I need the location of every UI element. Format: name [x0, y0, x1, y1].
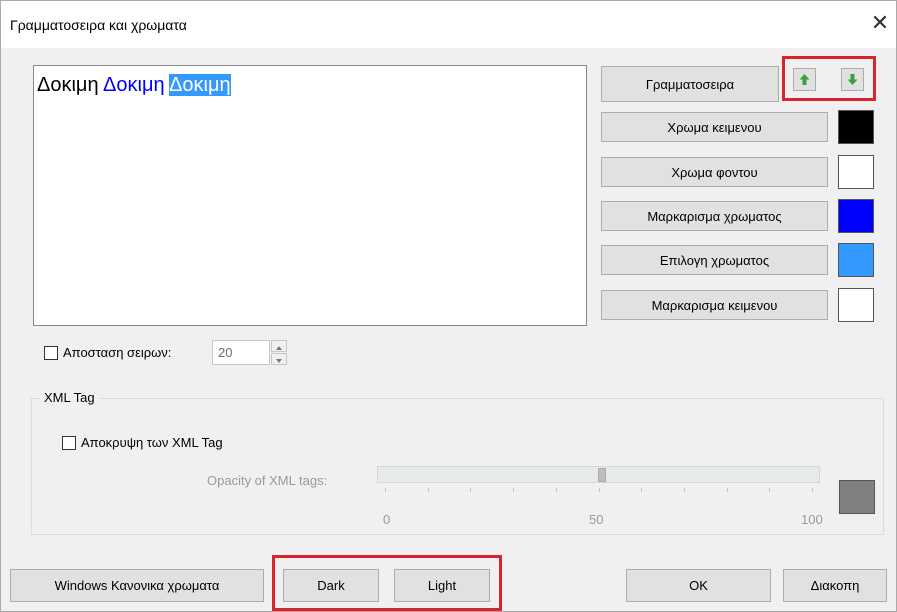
slider-tick: [427, 488, 429, 492]
slider-tick: [683, 488, 685, 492]
xml-tag-group-title: XML Tag: [40, 390, 99, 405]
preview-normal-text: Δοκιμη: [37, 74, 99, 96]
text-color-swatch[interactable]: [838, 110, 874, 144]
selection-color-button[interactable]: Επιλογη χρωματος: [601, 245, 828, 275]
close-button[interactable]: ✕: [866, 10, 894, 38]
line-spacing-value: 20: [218, 345, 233, 360]
slider-tick: [513, 488, 515, 492]
marking-color-button[interactable]: Μαρκαρισμα χρωματος: [601, 201, 828, 231]
slider-tick: [812, 488, 813, 492]
background-color-swatch[interactable]: [838, 155, 874, 189]
spin-up-button[interactable]: [271, 340, 287, 352]
preview-line: Δοκιμη Δοκιμη Δοκιμη: [37, 74, 231, 97]
slider-tick: [598, 488, 600, 492]
slider-tick: [641, 488, 643, 492]
slider-tick: [769, 488, 771, 492]
theme-highlight-box: [272, 555, 502, 611]
slider-min-label: 0: [383, 512, 391, 527]
ok-button[interactable]: OK: [626, 569, 771, 602]
slider-thumb[interactable]: [597, 468, 606, 482]
close-icon: ✕: [870, 10, 890, 35]
slider-max-label: 100: [801, 512, 823, 527]
selection-color-swatch[interactable]: [838, 243, 874, 277]
font-button[interactable]: Γραμματοσειρα: [601, 66, 779, 102]
slider-tick: [385, 488, 386, 492]
text-marking-button[interactable]: Μαρκαρισμα κειμενου: [601, 290, 828, 320]
preview-selected-text: Δοκιμη: [169, 74, 231, 96]
text-marking-swatch[interactable]: [838, 288, 874, 322]
text-color-button[interactable]: Χρωμα κειμενου: [601, 112, 828, 142]
window-title: Γραμματοσειρα και χρωματα: [10, 17, 187, 33]
opacity-label: Opacity of XML tags:: [207, 473, 328, 488]
slider-tick: [470, 488, 472, 492]
line-spacing-label: Αποσταση σειρων:: [63, 345, 172, 360]
opacity-preview-swatch: [839, 480, 875, 514]
line-spacing-checkbox[interactable]: [44, 346, 58, 360]
background-color-button[interactable]: Χρωμα φοντου: [601, 157, 828, 187]
spin-down-button[interactable]: [271, 353, 287, 365]
slider-ticks: [377, 488, 820, 494]
opacity-slider[interactable]: [377, 466, 820, 498]
hide-xml-tag-checkbox[interactable]: [62, 436, 76, 450]
cancel-button[interactable]: Διακοπη: [783, 569, 887, 602]
windows-default-colors-button[interactable]: Windows Κανονικα χρωματα: [10, 569, 264, 602]
slider-tick: [555, 488, 557, 492]
line-spacing-input[interactable]: 20: [212, 340, 270, 365]
marking-color-swatch[interactable]: [838, 199, 874, 233]
hide-xml-tag-label: Αποκρυψη των XML Tag: [81, 435, 223, 450]
slider-tick: [726, 488, 728, 492]
font-preview-box: Δοκιμη Δοκιμη Δοκιμη: [33, 65, 587, 326]
spin-up-icon: [276, 346, 282, 350]
preview-marked-text: Δοκιμη: [103, 74, 165, 96]
slider-mid-label: 50: [589, 512, 604, 527]
spin-down-icon: [276, 359, 282, 363]
arrows-highlight-box: [782, 56, 876, 101]
